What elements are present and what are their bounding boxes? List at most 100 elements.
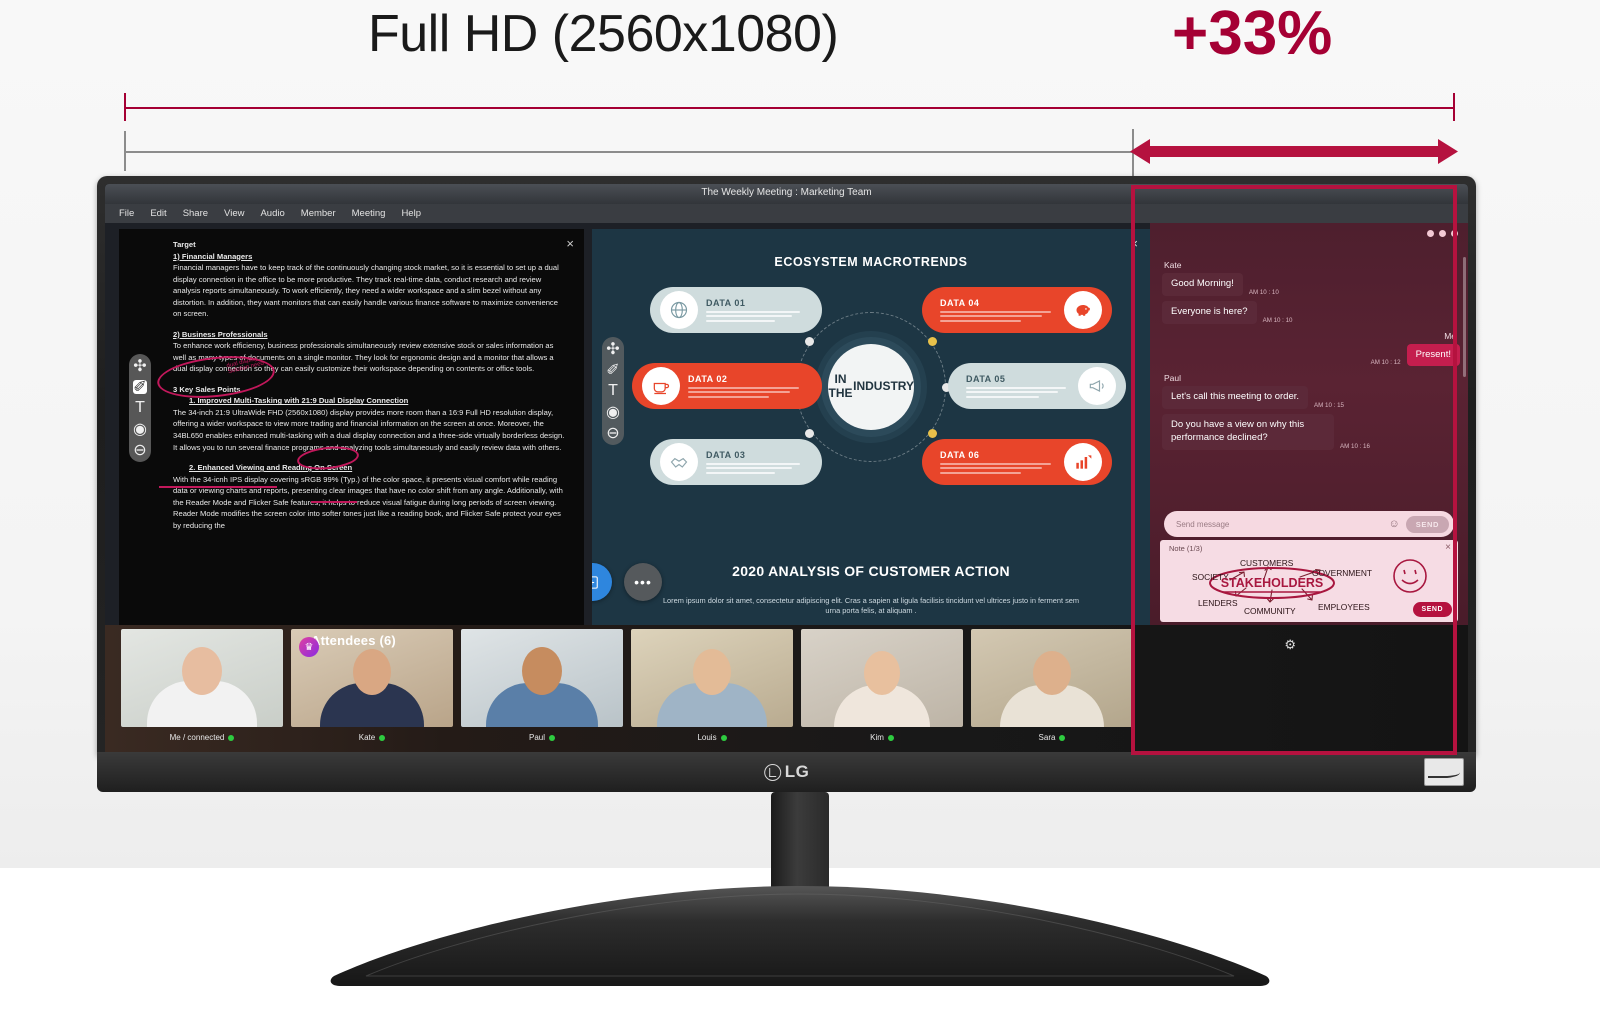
menu-item-member[interactable]: Member: [301, 208, 336, 219]
attendee-tile[interactable]: Sara: [971, 629, 1133, 742]
infographic-item-label: DATA 05: [966, 374, 1006, 385]
document-close-icon[interactable]: ×: [566, 237, 574, 250]
chat-input-bar[interactable]: Send message ☺ SEND: [1164, 511, 1454, 537]
document-point2-body: With the 34-icnh IPS display covering sR…: [173, 474, 563, 530]
chart-icon: [1064, 443, 1102, 481]
infographic-item-data-01[interactable]: DATA 01: [650, 287, 822, 333]
more-options-button[interactable]: •••: [624, 563, 662, 601]
attendee-tile[interactable]: Paul: [461, 629, 623, 742]
attendee-name: Paul: [528, 733, 545, 742]
infographic-item-text: DATA 05: [958, 374, 1078, 398]
infographic-item-data-02[interactable]: DATA 02: [632, 363, 822, 409]
megaphone-icon: [1078, 367, 1116, 405]
note-title: Note (1/3): [1169, 543, 1203, 553]
hub-line-2: INDUSTRY: [853, 378, 914, 393]
attendee-tile[interactable]: Kim: [801, 629, 963, 742]
infographic-hub: IN THE INDUSTRY: [815, 330, 927, 443]
host-crown-icon: ♛: [299, 637, 319, 657]
move-tool-icon[interactable]: ✣: [606, 341, 620, 358]
note-panel: Note (1/3) × SOCIETY CUSTOMERS GOVERNMEN…: [1160, 540, 1458, 622]
attendee-name: Kate: [358, 733, 376, 742]
document-section1-body: Financial managers have to keep track of…: [173, 263, 559, 319]
chat-minimize-dot[interactable]: [1427, 230, 1434, 237]
erase-tool-icon[interactable]: ⊖: [606, 425, 620, 442]
pen-tool-icon[interactable]: ✐: [606, 362, 620, 379]
attendee-video: [631, 629, 793, 727]
attendee-tile[interactable]: Louis: [631, 629, 793, 742]
menu-item-view[interactable]: View: [224, 208, 244, 219]
chat-bubble: Good Morning!: [1162, 273, 1243, 296]
monitor-stand-neck: [771, 792, 829, 900]
chat-bubble-own: Present!: [1406, 343, 1460, 367]
menu-item-file[interactable]: File: [119, 208, 134, 219]
chat-pane: Kate Good Morning! AM 10 : 10 Everyone i…: [1150, 223, 1468, 625]
note-send-button[interactable]: SEND: [1412, 602, 1452, 617]
chat-input-placeholder[interactable]: Send message: [1176, 520, 1383, 529]
menu-item-help[interactable]: Help: [401, 208, 421, 219]
attendee-video: [461, 629, 623, 727]
menu-item-audio[interactable]: Audio: [260, 208, 284, 219]
infographic-item-data-04[interactable]: DATA 04: [922, 287, 1112, 333]
attendee-name-row: Kim: [801, 733, 963, 742]
infographic-item-text: DATA 02: [680, 374, 812, 398]
note-close-icon[interactable]: ×: [1445, 543, 1451, 553]
infographic-item-label: DATA 03: [706, 450, 746, 461]
chat-sender-kate: Kate: [1164, 260, 1182, 270]
hub-dot-tl: [805, 337, 814, 346]
gear-icon[interactable]: ⚙: [1284, 637, 1296, 653]
chat-bubble: Everyone is here?: [1162, 300, 1257, 324]
share-screen-button[interactable]: [592, 563, 612, 601]
status-online-dot: [720, 734, 727, 741]
pen-tool-icon[interactable]: ✐: [133, 379, 147, 396]
menu-item-share[interactable]: Share: [183, 208, 208, 219]
chat-sender-paul: Paul: [1164, 373, 1182, 384]
chat-close-dot[interactable]: [1451, 230, 1458, 237]
chat-window-controls[interactable]: [1427, 230, 1458, 237]
app-window-title: The Weekly Meeting : Marketing Team: [701, 187, 872, 198]
document-pane: × ✣ ✐ T ◉ ⊖ Target 1) Financial Managers…: [119, 229, 584, 625]
chat-sender-me: Me: [1444, 330, 1456, 341]
infographic-item-data-06[interactable]: DATA 06: [922, 439, 1112, 485]
infographic-item-data-05[interactable]: DATA 05: [948, 363, 1126, 409]
text-tool-icon[interactable]: T: [606, 382, 620, 399]
text-tool-icon[interactable]: T: [133, 399, 147, 416]
chat-bubble: Do you have a view on why this performan…: [1162, 414, 1334, 450]
call-controls: •••: [592, 563, 662, 601]
lg-logo: LG: [763, 762, 810, 782]
presentation-footer-body: Lorem ipsum dolor sit amet, consectetur …: [662, 595, 1080, 616]
attendee-video: [971, 629, 1133, 727]
document-section2-title: 2) Business Professionals: [173, 329, 268, 339]
infographic-item-data-03[interactable]: DATA 03: [650, 439, 822, 485]
shape-tool-icon[interactable]: ◉: [606, 404, 620, 421]
infographic: IN THE INDUSTRY DATA 01 DATA 02 DATA 03 …: [592, 279, 1150, 494]
attendee-name: Kim: [870, 733, 884, 742]
menu-item-edit[interactable]: Edit: [150, 208, 166, 219]
status-online-dot: [549, 734, 555, 741]
hub-dot-bl: [805, 429, 814, 438]
chat-maximize-dot[interactable]: [1439, 230, 1446, 237]
presentation-pane: × ECOSYSTEM MACROTRENDS ✣ ✐ T ◉ ⊖ IN THE…: [592, 229, 1150, 625]
chat-timestamp: AM 10 : 10: [1248, 288, 1279, 296]
chat-message-row: Good Morning! AM 10 : 10: [1162, 273, 1460, 296]
attendee-name: Louis: [697, 733, 717, 742]
presentation-close-icon[interactable]: ×: [1130, 237, 1138, 250]
attendee-name-row: Me / connected: [121, 733, 283, 742]
erase-tool-icon[interactable]: ⊖: [133, 442, 147, 459]
infographic-item-text: DATA 01: [698, 298, 812, 322]
chat-timestamp: AM 10 : 12: [1370, 359, 1401, 367]
attendee-tile[interactable]: Me / connected: [121, 629, 283, 742]
app-workspace: × ✣ ✐ T ◉ ⊖ Target 1) Financial Managers…: [105, 223, 1468, 625]
move-tool-icon[interactable]: ✣: [133, 358, 147, 375]
attendee-name-row: Louis: [631, 733, 793, 742]
chat-timestamp: AM 10 : 10: [1262, 316, 1293, 324]
emoji-icon[interactable]: ☺: [1389, 518, 1400, 530]
chat-send-button[interactable]: SEND: [1405, 515, 1449, 533]
energy-swoosh-icon: [1428, 767, 1460, 778]
attendee-name-row: Paul: [461, 733, 623, 742]
menu-item-meeting[interactable]: Meeting: [352, 208, 386, 219]
shape-tool-icon[interactable]: ◉: [133, 421, 147, 438]
chat-scrollbar[interactable]: [1463, 257, 1466, 377]
hub-line-1: IN THE: [828, 371, 853, 400]
attendee-name: Me / connected: [169, 733, 225, 742]
document-section1-title: 1) Financial Managers: [173, 251, 253, 261]
